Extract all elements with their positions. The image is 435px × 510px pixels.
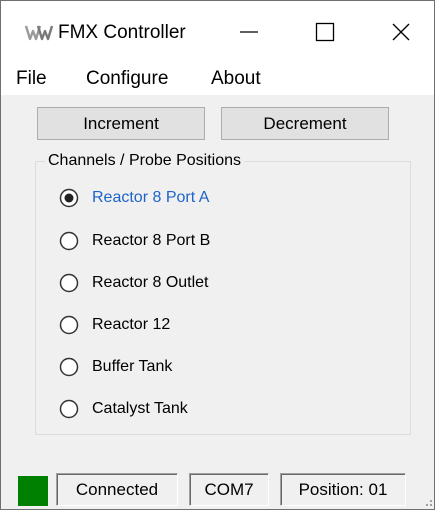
radio-unselected-icon: [59, 315, 79, 335]
radio-label: Reactor 8 Port A: [92, 189, 210, 206]
radio-label: Buffer Tank: [92, 358, 173, 375]
title-bar[interactable]: FMX Controller: [1, 1, 434, 63]
maximize-button[interactable]: [294, 1, 356, 63]
radio-label: Reactor 8 Port B: [92, 232, 211, 249]
minimize-button[interactable]: [218, 1, 280, 63]
menu-about[interactable]: About: [211, 67, 261, 91]
decrement-button[interactable]: Decrement: [221, 107, 389, 140]
increment-button[interactable]: Increment: [37, 107, 205, 140]
radio-unselected-icon: [59, 273, 79, 293]
window-title: FMX Controller: [58, 22, 186, 43]
app-window: FMX Controller File Configure About Incr…: [0, 0, 435, 510]
connection-indicator: [18, 476, 48, 506]
close-icon: [392, 23, 410, 41]
close-button[interactable]: [370, 1, 432, 63]
app-logo-icon: [25, 25, 53, 41]
radio-unselected-icon: [59, 231, 79, 251]
resize-grip-icon[interactable]: [421, 495, 433, 507]
radio-selected-icon: [59, 188, 79, 208]
com-port-status: COM7: [189, 473, 269, 506]
radio-label: Reactor 8 Outlet: [92, 274, 209, 291]
menu-bar: File Configure About: [1, 63, 434, 95]
maximize-icon: [315, 22, 335, 42]
position-status: Position: 01: [280, 473, 406, 506]
connection-status: Connected: [56, 473, 178, 506]
radio-label: Reactor 12: [92, 316, 171, 333]
radio-label: Catalyst Tank: [92, 400, 188, 417]
channels-group-label: Channels / Probe Positions: [45, 151, 244, 171]
radio-unselected-icon: [59, 399, 79, 419]
menu-file[interactable]: File: [16, 67, 47, 91]
menu-configure[interactable]: Configure: [86, 67, 168, 91]
radio-unselected-icon: [59, 357, 79, 377]
minimize-icon: [240, 31, 258, 33]
